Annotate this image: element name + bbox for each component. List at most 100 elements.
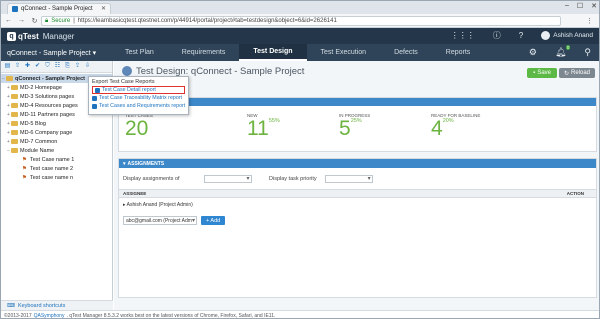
- footer: ©2013-2017 QASymphony . qTest Manager 8.…: [1, 310, 599, 319]
- folder-icon: [11, 139, 18, 144]
- tab-reports[interactable]: Reports: [432, 44, 485, 61]
- folder-icon: [11, 85, 18, 90]
- stat-value: 5: [339, 117, 351, 140]
- assignments-title: ASSIGNMENTS: [127, 160, 165, 167]
- app-header: q qTest Manager ⋮⋮⋮ ⓘ ? Ashish Anand: [1, 28, 599, 44]
- browser-tabbar: qConnect - Sample Project ✕ – ☐ ✕: [1, 1, 599, 14]
- assignee-select[interactable]: abc@gmail.com (Project Adm: [123, 216, 197, 225]
- reload-label: Reload: [570, 70, 590, 76]
- reload-icon: ↻: [563, 70, 569, 77]
- minimize-icon[interactable]: –: [565, 2, 569, 10]
- collapse-icon: ▾: [123, 160, 126, 167]
- notifications-icon[interactable]: 🔔︎ 0: [555, 45, 571, 58]
- app-product: Manager: [42, 31, 75, 41]
- approve-icon[interactable]: ✔: [34, 63, 41, 70]
- tree-node-label: MD-11 Partners pages: [20, 111, 75, 118]
- browser-tab-title: qConnect - Sample Project: [21, 6, 93, 12]
- new-folder-icon[interactable]: ▤: [4, 63, 11, 70]
- folder-icon: [11, 94, 18, 99]
- new-test-case-icon[interactable]: ✚: [24, 63, 31, 70]
- tree-view-icon[interactable]: ☷: [54, 63, 61, 70]
- folder-icon: [11, 121, 18, 126]
- app-window: qConnect - Sample Project ✕ – ☐ ✕ ← → ↻ …: [0, 0, 600, 319]
- stat-value: 4: [431, 117, 443, 140]
- column-action: ACTION: [566, 191, 584, 196]
- info-icon[interactable]: ⓘ: [493, 30, 501, 41]
- filter-icon[interactable]: ⛉: [44, 63, 51, 70]
- folder-icon: [11, 130, 18, 135]
- app-name: qTest: [18, 31, 39, 41]
- main-nav: qConnect - Sample Project ▾ Test Plan Re…: [1, 44, 599, 61]
- tree-node-label: Test case name 2: [30, 165, 74, 172]
- move-up-icon[interactable]: ⇧: [14, 63, 21, 70]
- report-icon: [92, 103, 97, 109]
- tree-node[interactable]: + MD-6 Company page: [1, 128, 112, 137]
- qtest-logo-icon: q: [7, 31, 16, 41]
- tree-node-label: MD-3 Solutions pages: [20, 93, 75, 100]
- project-selector[interactable]: qConnect - Sample Project ▾: [7, 49, 111, 57]
- export-icon[interactable]: ⇪: [74, 63, 81, 70]
- keyboard-shortcuts-label: Keyboard shortcuts: [17, 302, 66, 309]
- tree-node-label: qConnect - Sample Project: [15, 75, 85, 82]
- tree-node-label: Test Case name 1: [30, 156, 75, 163]
- test-case-icon: ⚑: [22, 174, 27, 181]
- close-tab-icon[interactable]: ✕: [101, 5, 106, 12]
- close-window-icon[interactable]: ✕: [591, 2, 597, 10]
- tree-node[interactable]: − Module Name: [1, 146, 112, 155]
- company-link[interactable]: QASymphony: [34, 313, 65, 319]
- save-button[interactable]: ▪ Save: [527, 68, 557, 78]
- forward-icon[interactable]: →: [18, 17, 25, 24]
- add-assignee-row: abc@gmail.com (Project Adm + Add: [123, 216, 226, 225]
- display-priority-label: Display task priority: [269, 176, 317, 182]
- priority-select[interactable]: [324, 175, 373, 183]
- browser-menu-icon[interactable]: ⋮: [586, 17, 593, 25]
- browser-tab[interactable]: qConnect - Sample Project ✕: [7, 3, 111, 14]
- tab-requirements[interactable]: Requirements: [168, 44, 240, 61]
- help-icon[interactable]: ?: [519, 31, 523, 40]
- tree-test-case[interactable]: ⚑ Test case name 2: [1, 164, 112, 173]
- add-button[interactable]: + Add: [201, 216, 226, 225]
- menu-item-test-case-detail[interactable]: Test Case Detail report: [92, 86, 185, 94]
- maximize-icon[interactable]: ☐: [577, 2, 583, 10]
- menu-item-cases-and-requirements[interactable]: Test Cases and Requirements report: [92, 102, 185, 110]
- copy-icon[interactable]: ⎘: [64, 63, 71, 70]
- favicon-icon: [12, 6, 18, 12]
- export-menu-heading: Export Test Case Reports: [92, 79, 155, 85]
- tree-toolbar: ▤ ⇧ ✚ ✔ ⛉ ☷ ⎘ ⇪ ⇩: [1, 61, 112, 73]
- tree-node-label: Module Name: [20, 147, 55, 154]
- reload-button[interactable]: ↻ Reload: [558, 68, 595, 78]
- tree-node-label: MD-2 Homepage: [20, 84, 62, 91]
- assignments-of-select[interactable]: [203, 175, 252, 183]
- url-field[interactable]: 🔒︎ Secure | https://learnbasicqtest.qtes…: [41, 16, 561, 26]
- stat-percent: 55%: [268, 118, 280, 124]
- assignments-table-header: ASSIGNEE ACTION: [119, 189, 596, 198]
- menu-item-label: Test Case Traceability Matrix report: [99, 95, 183, 101]
- tab-test-design[interactable]: Test Design: [239, 44, 307, 61]
- tree-node[interactable]: + MD-5 Blog: [1, 119, 112, 128]
- assignments-header[interactable]: ▾ ASSIGNMENTS: [119, 159, 596, 168]
- tree-test-case[interactable]: ⚑ Test Case name 1: [1, 155, 112, 164]
- apps-grid-icon[interactable]: ⋮⋮⋮: [451, 31, 475, 40]
- folder-icon: [11, 112, 18, 117]
- stat-value: 11: [247, 117, 269, 140]
- display-assignments-label: Display assignments of: [123, 176, 180, 182]
- back-icon[interactable]: ←: [5, 17, 12, 24]
- gear-icon[interactable]: ⚙: [529, 47, 537, 58]
- window-controls: – ☐ ✕: [565, 2, 597, 10]
- refresh-icon[interactable]: ↻: [31, 17, 38, 25]
- stat-in-progress: IN PROGRESS 525%: [339, 113, 370, 140]
- menu-item-traceability-matrix[interactable]: Test Case Traceability Matrix report: [92, 94, 185, 102]
- tree-test-case[interactable]: ⚑ Test case name n: [1, 173, 112, 182]
- import-icon[interactable]: ⇩: [84, 63, 91, 70]
- save-label: Save: [537, 70, 551, 76]
- tab-test-plan[interactable]: Test Plan: [111, 44, 168, 61]
- tab-defects[interactable]: Defects: [380, 44, 432, 61]
- url-separator: |: [73, 18, 75, 24]
- user-menu[interactable]: Ashish Anand: [541, 31, 593, 40]
- search-icon[interactable]: ⚲: [584, 47, 591, 58]
- app-logo[interactable]: q qTest Manager: [7, 31, 75, 41]
- tree-node[interactable]: + MD-7 Common: [1, 137, 112, 146]
- tab-test-execution[interactable]: Test Execution: [307, 44, 381, 61]
- keyboard-shortcuts-link[interactable]: ⌨ Keyboard shortcuts: [1, 300, 113, 310]
- header-icons: ⋮⋮⋮ ⓘ ? Ashish Anand: [451, 30, 593, 41]
